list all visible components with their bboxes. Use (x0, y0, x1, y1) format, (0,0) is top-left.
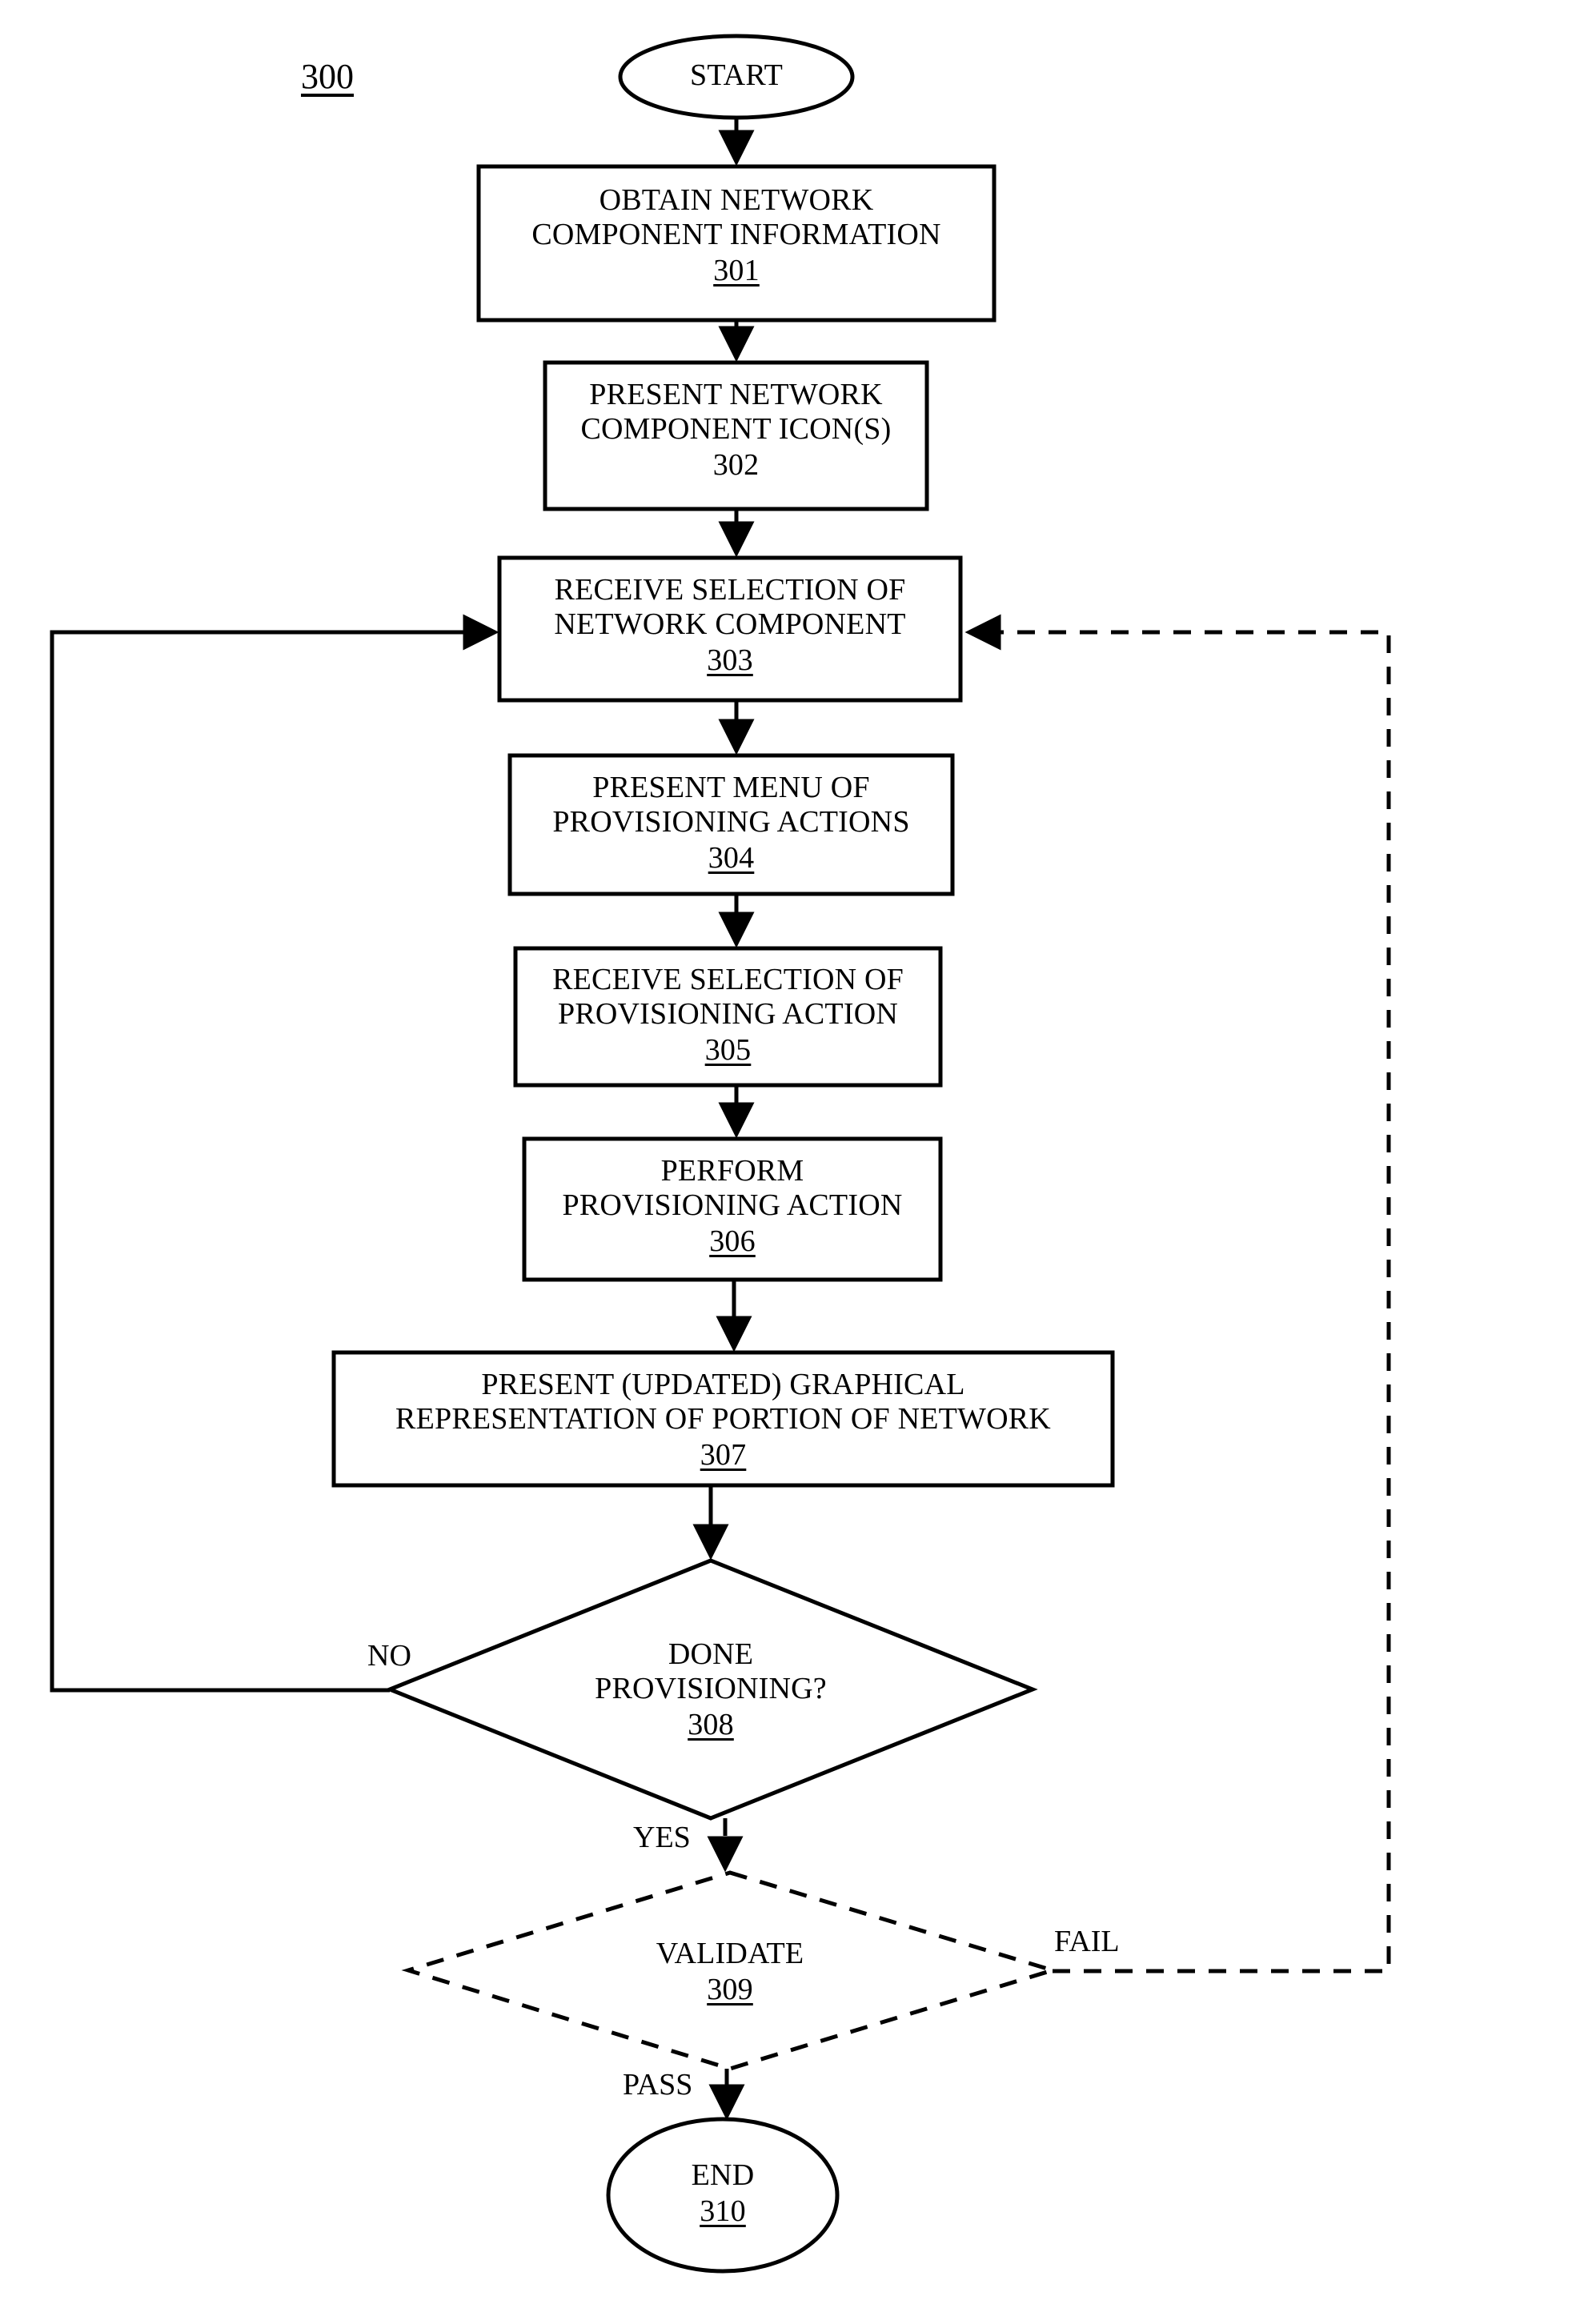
node-301-line1: OBTAIN NETWORK (599, 183, 874, 217)
node-307-ref: 307 (700, 1437, 747, 1472)
node-302: PRESENT NETWORK COMPONENT ICON(S) 302 (537, 378, 935, 483)
node-306-ref: 306 (709, 1224, 756, 1258)
node-307-line2: REPRESENTATION OF PORTION OF NETWORK (395, 1401, 1051, 1436)
node-309-line1: VALIDATE (656, 1937, 804, 1970)
node-306-shape (522, 1136, 943, 1282)
node-301-line2: COMPONENT INFORMATION (531, 217, 941, 251)
node-end-ref: 310 (700, 2194, 746, 2228)
node-303-ref: 303 (707, 643, 753, 677)
node-301: OBTAIN NETWORK COMPONENT INFORMATION 301 (479, 183, 994, 288)
node-end-label: END (691, 2158, 755, 2192)
node-305-shape (513, 946, 943, 1088)
node-306-line2: PROVISIONING ACTION (562, 1188, 903, 1222)
edge-label-no: NO (367, 1639, 411, 1673)
node-305-line2: PROVISIONING ACTION (558, 996, 898, 1031)
figure-number: 300 (301, 57, 354, 96)
node-303-line1: RECEIVE SELECTION OF (554, 573, 906, 607)
node-304-line1: PRESENT MENU OF (592, 771, 870, 804)
node-end-shape (606, 2117, 840, 2274)
node-303: RECEIVE SELECTION OF NETWORK COMPONENT 3… (499, 573, 960, 678)
node-303-line2: NETWORK COMPONENT (554, 607, 906, 641)
node-305-ref: 305 (704, 1032, 752, 1067)
node-302-shape (543, 360, 929, 511)
node-302-line2: COMPONENT ICON(S) (580, 411, 892, 446)
node-307: PRESENT (UPDATED) GRAPHICAL REPRESENTATI… (334, 1368, 1113, 1473)
node-307-shape (331, 1350, 1115, 1488)
edge-label-pass: PASS (623, 2068, 693, 2102)
edge-label-fail: FAIL (1054, 1925, 1120, 1958)
flowchart-graphics (50, 34, 1391, 2274)
node-308-ref: 308 (688, 1707, 734, 1741)
node-304-ref: 304 (708, 840, 755, 875)
node-end: END 310 (603, 2158, 843, 2229)
node-304-shape (507, 753, 955, 896)
node-309: VALIDATE 309 (530, 1937, 930, 2007)
node-303-shape (497, 555, 963, 703)
flowchart-canvas: 300 START OBTAIN NETWORK COMPONENT INFOR… (0, 0, 1580, 2324)
node-308-line2: PROVISIONING? (595, 1671, 827, 1705)
node-301-shape (476, 164, 997, 323)
edge-308-303-no (50, 614, 499, 1693)
edge-309-303-fail (964, 614, 1391, 1973)
edge-label-yes: YES (633, 1821, 691, 1854)
node-306: PERFORM PROVISIONING ACTION 306 (520, 1154, 944, 1259)
node-305-line1: RECEIVE SELECTION OF (552, 963, 904, 996)
node-308-shape (384, 1558, 1038, 1821)
node-302-ref: 302 (712, 447, 760, 482)
node-308-line1: DONE (668, 1637, 754, 1671)
node-309-ref: 309 (707, 1972, 753, 2006)
node-306-line1: PERFORM (660, 1154, 804, 1188)
node-305: RECEIVE SELECTION OF PROVISIONING ACTION… (511, 963, 944, 1068)
node-304: PRESENT MENU OF PROVISIONING ACTIONS 304 (510, 771, 952, 876)
node-302-line1: PRESENT NETWORK (589, 378, 883, 411)
node-308: DONE PROVISIONING? 308 (511, 1637, 911, 1742)
node-309-shape (401, 1870, 1060, 2071)
node-start-label: START (689, 58, 784, 92)
node-304-line2: PROVISIONING ACTIONS (552, 804, 910, 839)
node-301-ref: 301 (713, 253, 760, 287)
node-307-line1: PRESENT (UPDATED) GRAPHICAL (481, 1368, 965, 1401)
node-start-shape (618, 34, 855, 120)
node-start: START (616, 58, 856, 93)
